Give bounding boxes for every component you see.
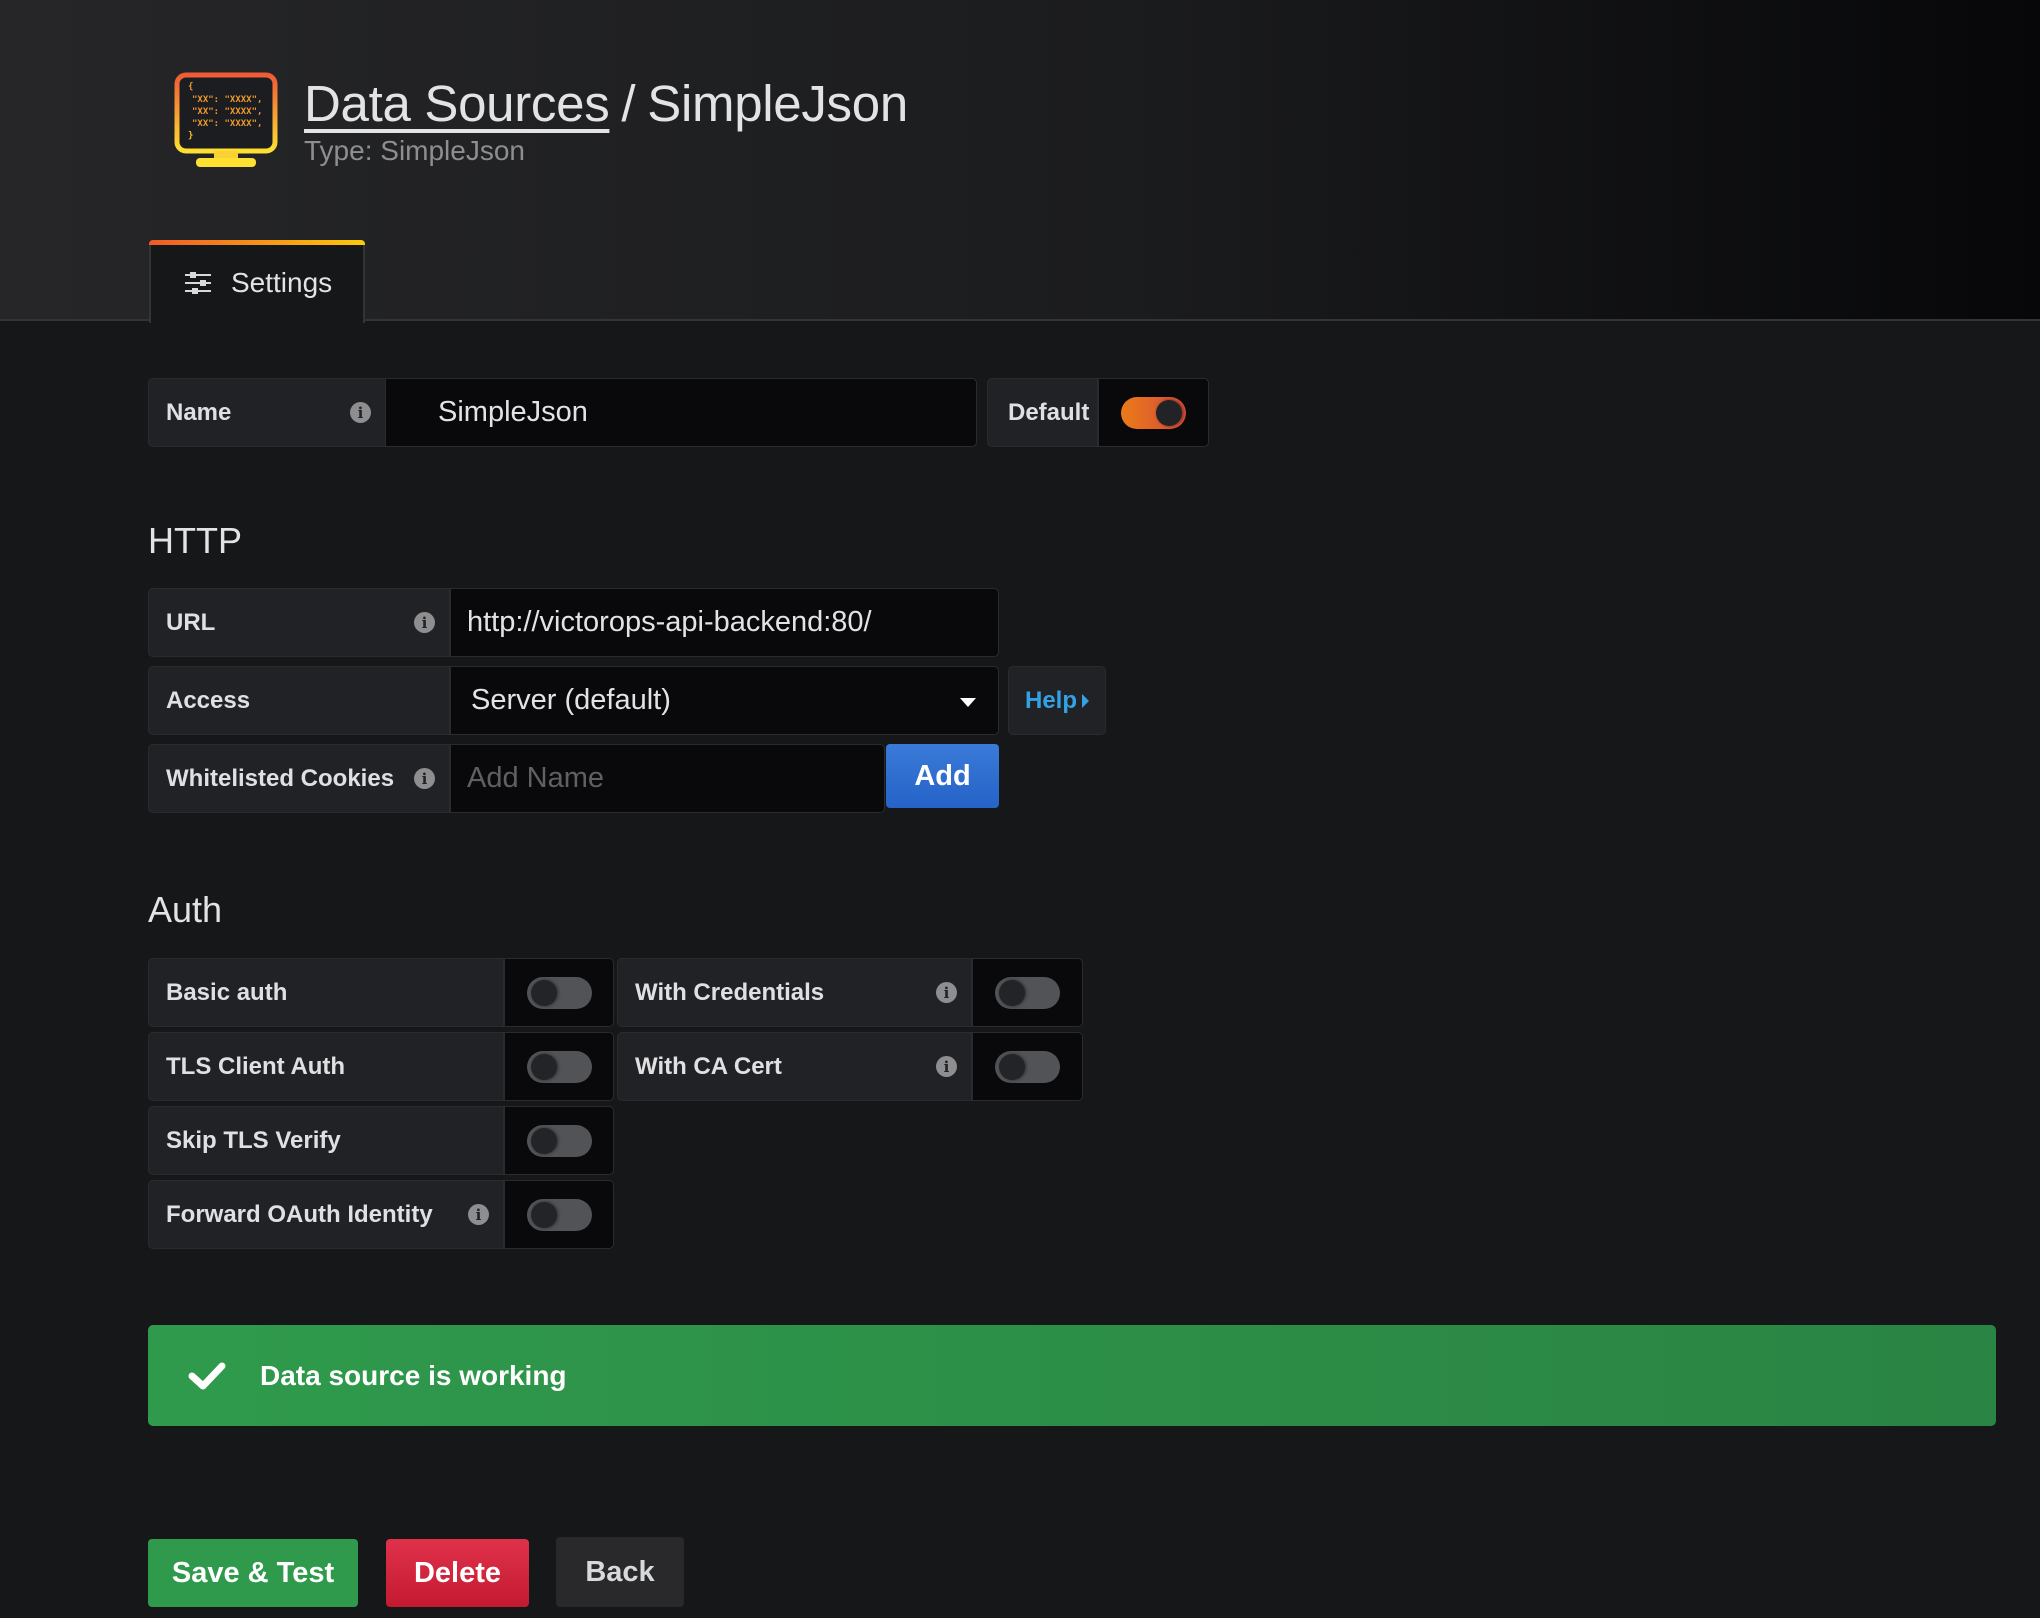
help-toggle-button[interactable]: Help bbox=[1008, 666, 1106, 735]
with-credentials-toggle[interactable] bbox=[995, 976, 1060, 1009]
simplejson-monitor-icon: { "XX": "XXXX", "XX": "XXXX", "XX": "XXX… bbox=[174, 72, 278, 167]
toggle-cell bbox=[504, 1106, 614, 1175]
toggle-cell bbox=[504, 1032, 614, 1101]
skip-tls-verify-toggle[interactable] bbox=[526, 1124, 592, 1157]
page-title: Data Sources / SimpleJson bbox=[304, 74, 908, 133]
auth-heading: Auth bbox=[148, 889, 223, 930]
toggle-knob bbox=[530, 1127, 557, 1154]
back-button[interactable]: Back bbox=[556, 1537, 684, 1607]
info-icon[interactable]: i bbox=[936, 1056, 957, 1077]
tab-label: Settings bbox=[231, 266, 333, 298]
auth-row-tls-client-auth: TLS Client Auth bbox=[148, 1032, 614, 1101]
datasource-title: SimpleJson bbox=[647, 75, 908, 132]
access-row: Access Server (default) bbox=[148, 666, 999, 735]
caret-down-icon bbox=[960, 698, 976, 707]
toggle-knob bbox=[1156, 399, 1182, 426]
tls-client-auth-label: TLS Client Auth bbox=[148, 1032, 504, 1101]
add-cookie-button[interactable]: Add bbox=[886, 744, 999, 808]
forward-oauth-label-text: Forward OAuth Identity bbox=[166, 1200, 433, 1228]
with-ca-cert-label: With CA Cert i bbox=[617, 1032, 972, 1101]
auth-row-skip-tls-verify: Skip TLS Verify bbox=[148, 1106, 614, 1175]
cookie-name-input[interactable]: Add Name bbox=[450, 744, 885, 813]
toggle-cell bbox=[504, 1180, 614, 1249]
toggle-knob bbox=[999, 1053, 1025, 1080]
name-label: Name i bbox=[148, 378, 386, 447]
breadcrumb-data-sources-link[interactable]: Data Sources bbox=[304, 75, 610, 132]
basic-auth-label: Basic auth bbox=[148, 958, 504, 1027]
cookies-label: Whitelisted Cookies i bbox=[148, 744, 450, 813]
name-row: Name i SimpleJson bbox=[148, 378, 977, 447]
name-label-text: Name bbox=[166, 398, 232, 426]
auth-row-forward-oauth: Forward OAuth Identity i bbox=[148, 1180, 614, 1249]
skip-tls-verify-label: Skip TLS Verify bbox=[148, 1106, 504, 1175]
caret-right-icon bbox=[1082, 693, 1089, 708]
toggle-cell bbox=[972, 1032, 1083, 1101]
auth-row-basic-auth: Basic auth bbox=[148, 958, 614, 1027]
url-input[interactable]: http://victorops-api-backend:80/ bbox=[450, 588, 999, 657]
delete-button[interactable]: Delete bbox=[386, 1539, 529, 1607]
toggle-cell bbox=[504, 958, 614, 1027]
logo-line: { bbox=[188, 82, 193, 92]
url-label: URL i bbox=[148, 588, 450, 657]
forward-oauth-label: Forward OAuth Identity i bbox=[148, 1180, 504, 1249]
toggle-knob bbox=[530, 1053, 557, 1080]
access-select[interactable]: Server (default) bbox=[450, 666, 999, 735]
breadcrumb-separator: / bbox=[621, 75, 636, 132]
url-row: URL i http://victorops-api-backend:80/ bbox=[148, 588, 999, 657]
info-icon[interactable]: i bbox=[468, 1204, 489, 1225]
save-and-test-button[interactable]: Save & Test bbox=[148, 1539, 358, 1607]
default-label: Default bbox=[987, 378, 1098, 447]
with-credentials-label: With Credentials i bbox=[617, 958, 972, 1027]
sliders-icon bbox=[185, 271, 211, 294]
help-label: Help bbox=[1024, 686, 1077, 714]
access-select-value: Server (default) bbox=[471, 684, 671, 716]
cookies-row: Whitelisted Cookies i Add Name bbox=[148, 744, 885, 813]
page-header: { "XX": "XXXX", "XX": "XXXX", "XX": "XXX… bbox=[0, 0, 2040, 323]
info-icon[interactable]: i bbox=[936, 982, 957, 1003]
logo-line: "XX": "XXXX", bbox=[192, 95, 262, 105]
with-ca-cert-label-text: With CA Cert bbox=[635, 1052, 782, 1080]
cookies-label-text: Whitelisted Cookies bbox=[166, 764, 395, 792]
basic-auth-toggle[interactable] bbox=[526, 976, 592, 1009]
with-credentials-label-text: With Credentials bbox=[635, 978, 825, 1006]
forward-oauth-toggle[interactable] bbox=[526, 1198, 592, 1231]
auth-row-with-ca-cert: With CA Cert i bbox=[617, 1032, 1083, 1101]
auth-row-with-credentials: With Credentials i bbox=[617, 958, 1083, 1027]
info-icon[interactable]: i bbox=[350, 402, 371, 423]
datasource-type: Type: SimpleJson bbox=[304, 135, 525, 166]
status-alert: Data source is working bbox=[148, 1325, 1996, 1426]
access-label: Access bbox=[148, 666, 450, 735]
info-icon[interactable]: i bbox=[414, 768, 435, 789]
checkmark-icon bbox=[188, 1362, 226, 1389]
toggle-knob bbox=[530, 1201, 557, 1228]
info-icon[interactable]: i bbox=[414, 612, 435, 633]
name-input[interactable]: SimpleJson bbox=[385, 378, 977, 447]
toggle-knob bbox=[530, 979, 557, 1006]
http-heading: HTTP bbox=[148, 520, 242, 561]
status-alert-message: Data source is working bbox=[260, 1359, 567, 1391]
default-row: Default bbox=[987, 378, 1209, 447]
default-toggle[interactable] bbox=[1121, 396, 1186, 429]
logo-line: "XX": "XXXX", bbox=[192, 107, 262, 117]
url-label-text: URL bbox=[166, 608, 216, 636]
tls-client-auth-toggle[interactable] bbox=[526, 1050, 592, 1083]
tab-settings[interactable]: Settings bbox=[149, 240, 365, 323]
toggle-cell bbox=[972, 958, 1083, 1027]
with-ca-cert-toggle[interactable] bbox=[995, 1050, 1060, 1083]
default-toggle-cell bbox=[1098, 378, 1209, 447]
logo-line: "XX": "XXXX", bbox=[192, 119, 262, 129]
toggle-knob bbox=[999, 979, 1025, 1006]
logo-line: } bbox=[188, 131, 193, 141]
